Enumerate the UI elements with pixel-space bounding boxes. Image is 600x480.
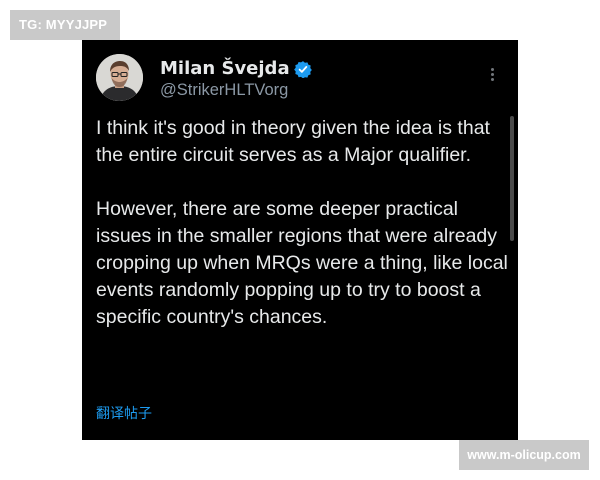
tweet-paragraph-2: However, there are some deeper practical…: [96, 198, 508, 328]
watermark-bottom: www.m-olicup.com: [459, 440, 589, 470]
tweet-text: I think it's good in theory given the id…: [96, 115, 508, 331]
verified-badge-icon: [293, 60, 312, 78]
author-handle[interactable]: @StrikerHLTVorg: [160, 81, 288, 100]
translate-post-link[interactable]: 翻译帖子: [96, 403, 152, 423]
watermark-top: TG: MYYJJPP: [10, 10, 120, 40]
more-options-icon[interactable]: [489, 68, 495, 84]
tweet-paragraph-1: I think it's good in theory given the id…: [96, 117, 490, 166]
avatar[interactable]: [96, 54, 143, 101]
author-name[interactable]: Milan Švejda: [160, 58, 290, 79]
tweet-card: Milan Švejda @StrikerHLTVorg I think it'…: [82, 40, 518, 440]
scrollbar[interactable]: [510, 116, 514, 241]
author-row[interactable]: Milan Švejda: [160, 58, 312, 79]
